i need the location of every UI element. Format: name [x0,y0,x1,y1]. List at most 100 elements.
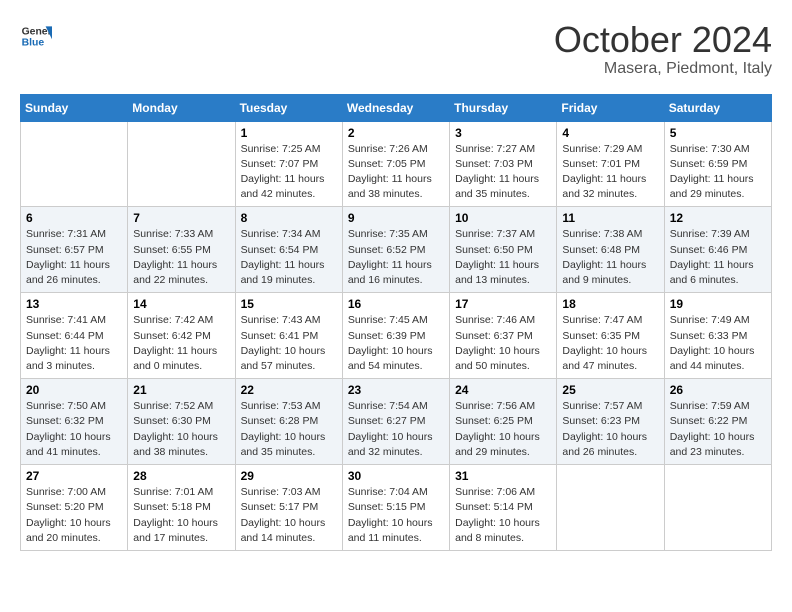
day-number: 13 [26,297,122,311]
day-number: 1 [241,126,337,140]
calendar-cell: 15 Sunrise: 7:43 AM Sunset: 6:41 PM Dayli… [235,293,342,379]
day-number: 29 [241,469,337,483]
week-row-2: 6Sunrise: 7:31 AM Sunset: 6:57 PM Daylig… [21,207,772,293]
day-number: 3 [455,126,551,140]
day-detail: Sunrise: 7:42 AM Sunset: 6:42 PM Dayligh… [133,313,229,374]
day-detail: Sunrise: 7:04 AM Sunset: 5:15 PM Dayligh… [348,485,444,546]
header-day-wednesday: Wednesday [342,94,449,121]
header-row: SundayMondayTuesdayWednesdayThursdayFrid… [21,94,772,121]
day-number: 11 [562,211,658,225]
day-detail: Sunrise: 7:01 AM Sunset: 5:18 PM Dayligh… [133,485,229,546]
calendar-cell [21,121,128,207]
day-detail: Sunrise: 7:33 AM Sunset: 6:55 PM Dayligh… [133,227,229,288]
day-detail: Sunrise: 7:34 AM Sunset: 6:54 PM Dayligh… [241,227,337,288]
day-number: 6 [26,211,122,225]
day-number: 9 [348,211,444,225]
day-detail: Sunrise: 7:52 AM Sunset: 6:30 PM Dayligh… [133,399,229,460]
calendar-cell: 17Sunrise: 7:46 AM Sunset: 6:37 PM Dayli… [450,293,557,379]
day-number: 18 [562,297,658,311]
day-number: 25 [562,383,658,397]
day-detail: Sunrise: 7:46 AM Sunset: 6:37 PM Dayligh… [455,313,551,374]
day-detail: Sunrise: 7:38 AM Sunset: 6:48 PM Dayligh… [562,227,658,288]
day-number: 2 [348,126,444,140]
day-detail: Sunrise: 7:25 AM Sunset: 7:07 PM Dayligh… [241,142,337,203]
day-number: 15 [241,297,337,311]
day-detail: Sunrise: 7:30 AM Sunset: 6:59 PM Dayligh… [670,142,766,203]
day-number: 24 [455,383,551,397]
calendar-cell: 14Sunrise: 7:42 AM Sunset: 6:42 PM Dayli… [128,293,235,379]
week-row-5: 27 Sunrise: 7:00 AM Sunset: 5:20 PM Dayli… [21,465,772,551]
calendar-cell: 25 Sunrise: 7:57 AM Sunset: 6:23 PM Dayli… [557,379,664,465]
day-detail: Sunrise: 7:56 AM Sunset: 6:25 PM Dayligh… [455,399,551,460]
calendar-cell: 10 Sunrise: 7:37 AM Sunset: 6:50 PM Dayli… [450,207,557,293]
day-detail: Sunrise: 7:45 AM Sunset: 6:39 PM Dayligh… [348,313,444,374]
title-block: October 2024 Masera, Piedmont, Italy [554,20,772,78]
logo: General Blue [20,20,52,52]
header-day-sunday: Sunday [21,94,128,121]
calendar-cell: 12 Sunrise: 7:39 AM Sunset: 6:46 PM Dayli… [664,207,771,293]
day-detail: Sunrise: 7:03 AM Sunset: 5:17 PM Dayligh… [241,485,337,546]
calendar-cell: 29 Sunrise: 7:03 AM Sunset: 5:17 PM Dayli… [235,465,342,551]
day-number: 12 [670,211,766,225]
header-day-friday: Friday [557,94,664,121]
header-day-monday: Monday [128,94,235,121]
day-number: 20 [26,383,122,397]
day-detail: Sunrise: 7:59 AM Sunset: 6:22 PM Dayligh… [670,399,766,460]
week-row-3: 13 Sunrise: 7:41 AM Sunset: 6:44 PM Dayli… [21,293,772,379]
calendar-cell: 3Sunrise: 7:27 AM Sunset: 7:03 PM Daylig… [450,121,557,207]
svg-text:Blue: Blue [22,38,45,49]
calendar-cell: 18 Sunrise: 7:47 AM Sunset: 6:35 PM Dayli… [557,293,664,379]
day-number: 16 [348,297,444,311]
day-number: 27 [26,469,122,483]
calendar-cell: 31 Sunrise: 7:06 AM Sunset: 5:14 PM Dayli… [450,465,557,551]
day-number: 10 [455,211,551,225]
calendar-cell: 1 Sunrise: 7:25 AM Sunset: 7:07 PM Daylig… [235,121,342,207]
day-detail: Sunrise: 7:37 AM Sunset: 6:50 PM Dayligh… [455,227,551,288]
calendar-cell: 30Sunrise: 7:04 AM Sunset: 5:15 PM Dayli… [342,465,449,551]
day-detail: Sunrise: 7:29 AM Sunset: 7:01 PM Dayligh… [562,142,658,203]
location-subtitle: Masera, Piedmont, Italy [554,60,772,78]
calendar-cell: 8 Sunrise: 7:34 AM Sunset: 6:54 PM Daylig… [235,207,342,293]
day-detail: Sunrise: 7:43 AM Sunset: 6:41 PM Dayligh… [241,313,337,374]
calendar-cell: 5 Sunrise: 7:30 AM Sunset: 6:59 PM Daylig… [664,121,771,207]
week-row-1: 1 Sunrise: 7:25 AM Sunset: 7:07 PM Daylig… [21,121,772,207]
day-number: 31 [455,469,551,483]
day-number: 28 [133,469,229,483]
day-detail: Sunrise: 7:50 AM Sunset: 6:32 PM Dayligh… [26,399,122,460]
day-detail: Sunrise: 7:26 AM Sunset: 7:05 PM Dayligh… [348,142,444,203]
header-day-tuesday: Tuesday [235,94,342,121]
day-number: 5 [670,126,766,140]
calendar-cell: 19Sunrise: 7:49 AM Sunset: 6:33 PM Dayli… [664,293,771,379]
day-detail: Sunrise: 7:53 AM Sunset: 6:28 PM Dayligh… [241,399,337,460]
calendar-cell: 13 Sunrise: 7:41 AM Sunset: 6:44 PM Dayli… [21,293,128,379]
day-number: 7 [133,211,229,225]
calendar-cell: 24 Sunrise: 7:56 AM Sunset: 6:25 PM Dayli… [450,379,557,465]
calendar-cell: 28 Sunrise: 7:01 AM Sunset: 5:18 PM Dayli… [128,465,235,551]
calendar-cell: 16 Sunrise: 7:45 AM Sunset: 6:39 PM Dayli… [342,293,449,379]
calendar-cell: 20 Sunrise: 7:50 AM Sunset: 6:32 PM Dayli… [21,379,128,465]
calendar-cell: 7 Sunrise: 7:33 AM Sunset: 6:55 PM Daylig… [128,207,235,293]
day-detail: Sunrise: 7:35 AM Sunset: 6:52 PM Dayligh… [348,227,444,288]
month-title: October 2024 [554,20,772,60]
day-number: 23 [348,383,444,397]
day-detail: Sunrise: 7:54 AM Sunset: 6:27 PM Dayligh… [348,399,444,460]
day-detail: Sunrise: 7:47 AM Sunset: 6:35 PM Dayligh… [562,313,658,374]
day-detail: Sunrise: 7:00 AM Sunset: 5:20 PM Dayligh… [26,485,122,546]
calendar-cell: 4 Sunrise: 7:29 AM Sunset: 7:01 PM Daylig… [557,121,664,207]
calendar-cell [128,121,235,207]
day-detail: Sunrise: 7:49 AM Sunset: 6:33 PM Dayligh… [670,313,766,374]
day-detail: Sunrise: 7:57 AM Sunset: 6:23 PM Dayligh… [562,399,658,460]
week-row-4: 20 Sunrise: 7:50 AM Sunset: 6:32 PM Dayli… [21,379,772,465]
calendar-cell: 2 Sunrise: 7:26 AM Sunset: 7:05 PM Daylig… [342,121,449,207]
day-number: 4 [562,126,658,140]
day-number: 26 [670,383,766,397]
day-detail: Sunrise: 7:06 AM Sunset: 5:14 PM Dayligh… [455,485,551,546]
calendar-cell: 26 Sunrise: 7:59 AM Sunset: 6:22 PM Dayli… [664,379,771,465]
calendar-cell [557,465,664,551]
day-number: 8 [241,211,337,225]
calendar-cell: 21Sunrise: 7:52 AM Sunset: 6:30 PM Dayli… [128,379,235,465]
day-detail: Sunrise: 7:39 AM Sunset: 6:46 PM Dayligh… [670,227,766,288]
page-header: General Blue October 2024 Masera, Piedmo… [20,20,772,78]
logo-icon: General Blue [20,20,52,52]
day-detail: Sunrise: 7:41 AM Sunset: 6:44 PM Dayligh… [26,313,122,374]
